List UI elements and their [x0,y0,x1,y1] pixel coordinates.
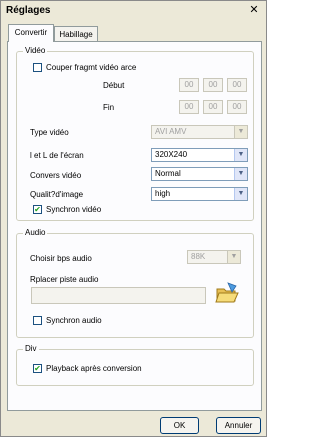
title-bar: Réglages ✕ [1,1,266,21]
chevron-down-icon[interactable]: ▼ [234,168,247,180]
folder-open-icon[interactable] [214,280,240,306]
video-type-select[interactable]: AVI AMV ▼ [151,125,248,139]
tab-convertir[interactable]: Convertir [8,24,54,42]
end-hours-field[interactable]: 00 [179,100,199,114]
start-seconds-field[interactable]: 00 [227,78,247,92]
replace-audio-field[interactable] [31,287,206,304]
div-group-label: Div [23,344,39,353]
image-quality-label: Qualit?d'image [30,190,84,199]
audio-bps-value: 88K [191,252,206,261]
chevron-down-icon[interactable]: ▼ [227,251,240,263]
end-minutes-field[interactable]: 00 [203,100,223,114]
screen-size-value: 320X240 [155,150,188,159]
audio-sync-label: Synchron audio [46,316,102,325]
div-group: Div ✔ Playback après conversion [16,344,254,386]
playback-after-label: Playback après conversion [46,364,142,373]
video-sync-label: Synchron vidéo [46,205,102,214]
video-conversion-label: Convers vidéo [30,171,82,180]
playback-after-checkbox[interactable]: ✔ [33,364,42,373]
chevron-down-icon[interactable]: ▼ [234,188,247,200]
tab-habillage[interactable]: Habillage [54,26,98,42]
window-title: Réglages [6,5,51,16]
video-conversion-select[interactable]: Normal ▼ [151,167,248,181]
screen-size-label: l et L de l'écran [30,151,84,160]
settings-window: Réglages ✕ Convertir Habillage Vidéo Cou… [0,0,267,437]
start-hours-field[interactable]: 00 [179,78,199,92]
close-icon[interactable]: ✕ [248,4,260,16]
image-quality-value: high [155,189,171,198]
audio-bps-select[interactable]: 88K ▼ [187,250,241,264]
audio-bps-label: Choisir bps audio [30,254,92,263]
cancel-button[interactable]: Annuler [216,417,261,434]
image-quality-select[interactable]: high ▼ [151,187,248,201]
start-minutes-field[interactable]: 00 [203,78,223,92]
audio-group: Audio Choisir bps audio 88K ▼ Rplacer pi… [16,228,254,338]
ok-button[interactable]: OK [160,417,199,434]
chevron-down-icon[interactable]: ▼ [234,126,247,138]
start-label: Début [103,81,125,90]
replace-audio-label: Rplacer piste audio [30,275,99,284]
end-label: Fin [103,103,115,112]
cut-fragment-checkbox[interactable] [33,63,42,72]
cut-fragment-label: Couper fragmt vidéo arce [46,63,137,72]
chevron-down-icon[interactable]: ▼ [234,149,247,161]
audio-group-label: Audio [23,228,48,237]
video-group-label: Vidéo [23,46,48,55]
video-group: Vidéo Couper fragmt vidéo arce Début 00 … [16,46,254,221]
audio-sync-checkbox[interactable] [33,316,42,325]
screen-size-select[interactable]: 320X240 ▼ [151,148,248,162]
video-type-label: Type vidéo [30,128,69,137]
video-type-value: AVI AMV [155,127,187,136]
tab-panel: Vidéo Couper fragmt vidéo arce Début 00 … [7,41,262,411]
end-seconds-field[interactable]: 00 [227,100,247,114]
video-conversion-value: Normal [155,169,181,178]
video-sync-checkbox[interactable]: ✔ [33,205,42,214]
